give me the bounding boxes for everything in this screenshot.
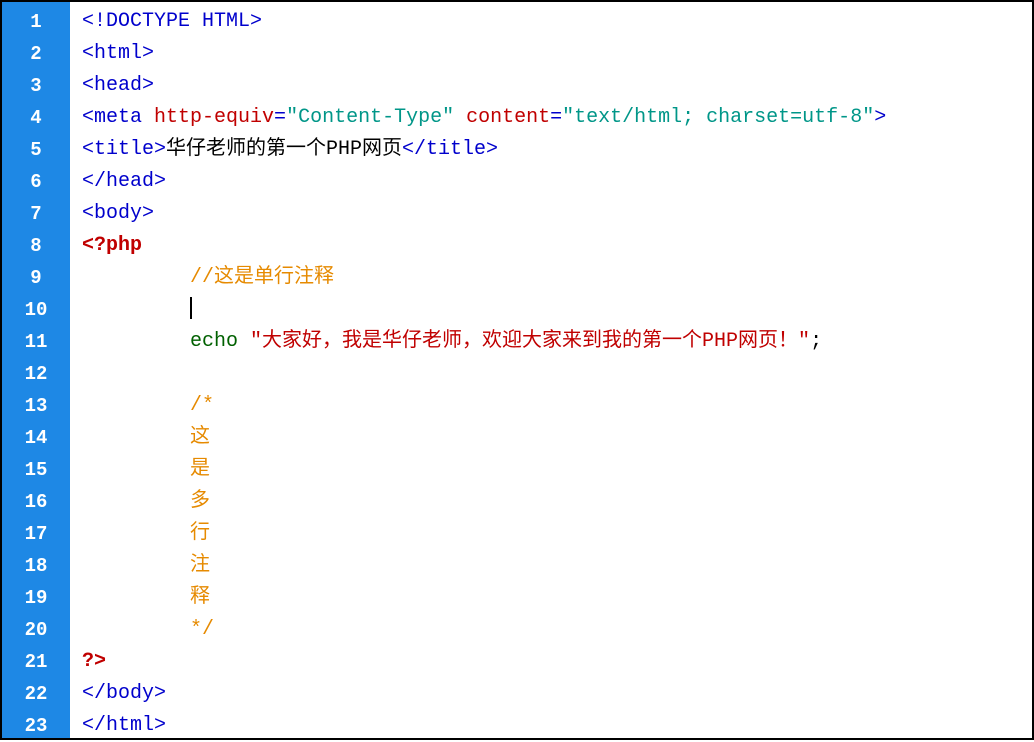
code-token [82, 266, 190, 289]
line-number: 12 [2, 358, 70, 390]
line-number: 22 [2, 678, 70, 710]
line-number: 8 [2, 230, 70, 262]
code-token: <title> [82, 138, 166, 161]
line-number: 9 [2, 262, 70, 294]
code-line[interactable]: <head> [82, 70, 1032, 102]
code-token: ?> [82, 650, 106, 673]
code-line[interactable] [82, 358, 1032, 390]
code-token: 释 [190, 586, 210, 609]
code-line[interactable]: */ [82, 614, 1032, 646]
code-token: <meta [82, 106, 154, 129]
line-number: 7 [2, 198, 70, 230]
code-token: = [550, 106, 562, 129]
code-token [82, 458, 190, 481]
line-number: 11 [2, 326, 70, 358]
code-line[interactable]: <title>华仔老师的第一个PHP网页</title> [82, 134, 1032, 166]
code-token [82, 330, 190, 353]
code-token [82, 298, 190, 321]
code-token: <!DOCTYPE HTML> [82, 10, 262, 33]
line-number: 19 [2, 582, 70, 614]
code-line[interactable]: </html> [82, 710, 1032, 742]
code-line[interactable]: 注 [82, 550, 1032, 582]
code-token: </head> [82, 170, 166, 193]
code-token: echo [190, 330, 250, 353]
code-line[interactable]: echo "大家好，我是华仔老师，欢迎大家来到我的第一个PHP网页！"; [82, 326, 1032, 358]
line-number: 23 [2, 710, 70, 742]
code-line[interactable]: 行 [82, 518, 1032, 550]
code-line[interactable]: <body> [82, 198, 1032, 230]
code-token [82, 490, 190, 513]
line-number: 10 [2, 294, 70, 326]
code-token [82, 554, 190, 577]
code-token: 行 [190, 522, 210, 545]
code-token: 这 [190, 426, 210, 449]
line-number: 15 [2, 454, 70, 486]
line-number: 20 [2, 614, 70, 646]
code-area[interactable]: <!DOCTYPE HTML> <html> <head> <meta http-eq… [70, 2, 1032, 738]
line-number: 5 [2, 134, 70, 166]
code-token: "大家好，我是华仔老师，欢迎大家来到我的第一个PHP网页！" [250, 330, 810, 353]
code-token: <body> [82, 202, 154, 225]
code-token: 是 [190, 458, 210, 481]
code-token [82, 394, 190, 417]
code-token: http-equiv [154, 106, 274, 129]
code-token: > [874, 106, 886, 129]
code-line[interactable]: //这是单行注释 [82, 262, 1032, 294]
line-number: 2 [2, 38, 70, 70]
code-line[interactable]: 释 [82, 582, 1032, 614]
code-token: "Content-Type" [286, 106, 454, 129]
code-token [82, 618, 190, 641]
code-token: ; [810, 330, 822, 353]
code-line[interactable]: 是 [82, 454, 1032, 486]
line-number: 21 [2, 646, 70, 678]
line-number: 13 [2, 390, 70, 422]
code-line[interactable]: <html> [82, 38, 1032, 70]
code-token: </html> [82, 714, 166, 737]
code-line[interactable]: </head> [82, 166, 1032, 198]
line-number: 1 [2, 6, 70, 38]
line-number-gutter: 1234567891011121314151617181920212223 [2, 2, 70, 738]
code-line[interactable]: /* [82, 390, 1032, 422]
code-token: = [274, 106, 286, 129]
code-token: <html> [82, 42, 154, 65]
code-line[interactable]: ?> [82, 646, 1032, 678]
code-token: </title> [402, 138, 498, 161]
code-line[interactable]: <!DOCTYPE HTML> [82, 6, 1032, 38]
code-token: 多 [190, 490, 210, 513]
code-line[interactable] [82, 294, 1032, 326]
code-token: </body> [82, 682, 166, 705]
code-token: 华仔老师的第一个PHP网页 [166, 138, 402, 161]
code-line[interactable]: <meta http-equiv="Content-Type" content=… [82, 102, 1032, 134]
text-cursor [190, 297, 192, 319]
code-token: <head> [82, 74, 154, 97]
line-number: 16 [2, 486, 70, 518]
code-token: "text/html; charset=utf-8" [562, 106, 874, 129]
code-line[interactable]: 这 [82, 422, 1032, 454]
line-number: 4 [2, 102, 70, 134]
code-line[interactable]: <?php [82, 230, 1032, 262]
code-token [454, 106, 466, 129]
code-token [82, 426, 190, 449]
code-token: content [466, 106, 550, 129]
line-number: 3 [2, 70, 70, 102]
code-token: 注 [190, 554, 210, 577]
line-number: 17 [2, 518, 70, 550]
code-token: /* [190, 394, 214, 417]
code-token: //这是单行注释 [190, 266, 334, 289]
code-line[interactable]: </body> [82, 678, 1032, 710]
code-token: <?php [82, 234, 142, 257]
code-token [82, 522, 190, 545]
code-token: */ [190, 618, 214, 641]
code-editor: 1234567891011121314151617181920212223 <!… [2, 2, 1032, 738]
code-token [82, 586, 190, 609]
line-number: 18 [2, 550, 70, 582]
line-number: 14 [2, 422, 70, 454]
line-number: 6 [2, 166, 70, 198]
code-line[interactable]: 多 [82, 486, 1032, 518]
